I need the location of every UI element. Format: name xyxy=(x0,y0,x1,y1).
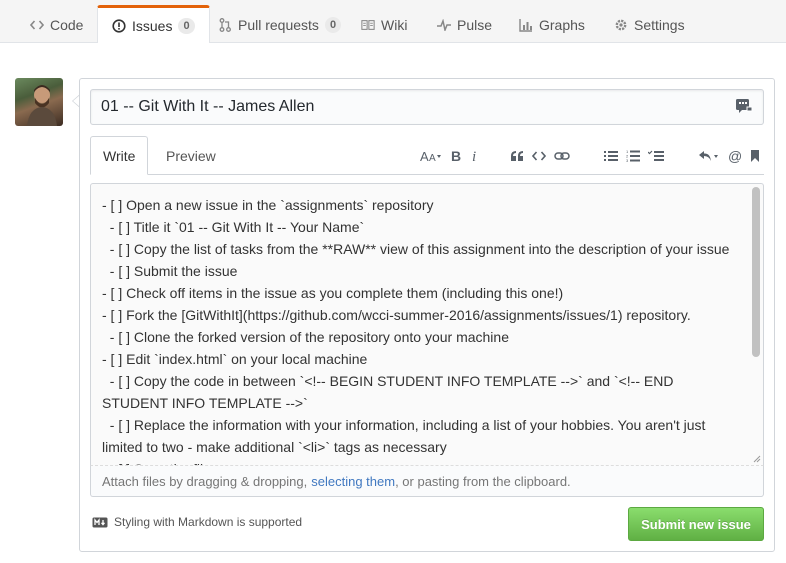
toolbar-format-group: AA B i xyxy=(416,143,484,169)
tab-settings-label: Settings xyxy=(634,16,685,33)
tab-pulse[interactable]: Pulse xyxy=(423,6,506,43)
bookmark-icon[interactable] xyxy=(750,146,760,166)
text-size-icon[interactable]: AA xyxy=(420,146,442,166)
pulse-icon xyxy=(437,18,451,32)
markdown-icon xyxy=(92,517,108,527)
tab-pull-requests-label: Pull requests xyxy=(238,16,319,33)
svg-text:i: i xyxy=(472,149,476,163)
tab-settings[interactable]: Settings xyxy=(600,6,699,43)
resize-handle[interactable] xyxy=(753,455,761,463)
ordered-list-icon[interactable]: 123 xyxy=(626,146,640,166)
pull-requests-counter: 0 xyxy=(324,16,342,33)
tab-write[interactable]: Write xyxy=(90,136,149,175)
quote-icon[interactable] xyxy=(510,146,524,166)
attach-text-after: , or pasting from the clipboard. xyxy=(395,473,571,489)
tab-graphs-label: Graphs xyxy=(539,16,585,33)
tab-write-label: Write xyxy=(103,147,136,164)
tab-wiki[interactable]: Wiki xyxy=(347,6,421,43)
tab-preview-label: Preview xyxy=(166,147,216,164)
gear-icon xyxy=(614,18,628,32)
link-icon[interactable] xyxy=(554,146,570,166)
issue-title-input[interactable]: 01 -- Git With It -- James Allen xyxy=(90,89,764,125)
bold-icon[interactable]: B xyxy=(450,146,462,166)
tab-pulse-label: Pulse xyxy=(457,16,493,33)
issue-opened-icon xyxy=(112,18,126,33)
toolbar-list-group: 123 xyxy=(600,143,668,169)
issue-body-text: - [ ] Open a new issue in the `assignmen… xyxy=(102,197,730,465)
code-icon xyxy=(30,18,44,32)
svg-text:A: A xyxy=(429,153,436,163)
svg-text:B: B xyxy=(451,149,461,163)
tab-wiki-label: Wiki xyxy=(381,16,408,33)
task-list-icon[interactable] xyxy=(648,146,664,166)
mention-icon[interactable]: @ xyxy=(728,146,742,166)
markdown-note-text: Styling with Markdown is supported xyxy=(114,515,303,529)
tab-issues-label: Issues xyxy=(132,17,173,34)
attach-files-bar[interactable]: Attach files by dragging & dropping, sel… xyxy=(90,465,764,497)
svg-text:A: A xyxy=(420,149,429,163)
markdown-note[interactable]: Styling with Markdown is supported xyxy=(92,515,302,529)
tab-graphs[interactable]: Graphs xyxy=(505,6,599,43)
issue-title-value: 01 -- Git With It -- James Allen xyxy=(101,98,315,115)
toolbar-extra-group: @ xyxy=(694,143,764,169)
tab-divider xyxy=(90,174,764,175)
toolbar-insert-group xyxy=(506,143,574,169)
select-files-link[interactable]: selecting them xyxy=(311,474,395,489)
attach-text-before: Attach files by dragging & dropping, xyxy=(102,473,308,489)
book-icon xyxy=(361,18,375,32)
issues-counter: 0 xyxy=(178,17,195,34)
italic-icon[interactable]: i xyxy=(470,146,480,166)
issue-body-textarea[interactable]: - [ ] Open a new issue in the `assignmen… xyxy=(90,183,764,465)
tab-code[interactable]: Code xyxy=(16,6,97,43)
svg-text:3: 3 xyxy=(626,158,629,163)
repo-tab-nav: Code Issues 0 Pull requests 0 Wiki Pulse… xyxy=(0,0,786,43)
submit-new-issue-button[interactable]: Submit new issue xyxy=(628,507,764,541)
new-issue-form: 01 -- Git With It -- James Allen Write P… xyxy=(79,78,775,552)
tab-issues[interactable]: Issues 0 xyxy=(97,5,210,43)
tab-preview[interactable]: Preview xyxy=(154,136,228,175)
unordered-list-icon[interactable] xyxy=(604,146,618,166)
avatar[interactable] xyxy=(15,78,63,126)
svg-text:@: @ xyxy=(728,149,742,163)
pull-request-icon xyxy=(218,17,232,32)
editor-scrollbar[interactable] xyxy=(752,187,760,357)
graph-icon xyxy=(519,18,533,32)
reply-icon[interactable] xyxy=(698,146,720,166)
saved-replies-icon[interactable] xyxy=(735,98,753,116)
code-icon[interactable] xyxy=(532,146,546,166)
tab-pull-requests[interactable]: Pull requests 0 xyxy=(204,6,355,43)
tab-code-label: Code xyxy=(50,16,84,33)
